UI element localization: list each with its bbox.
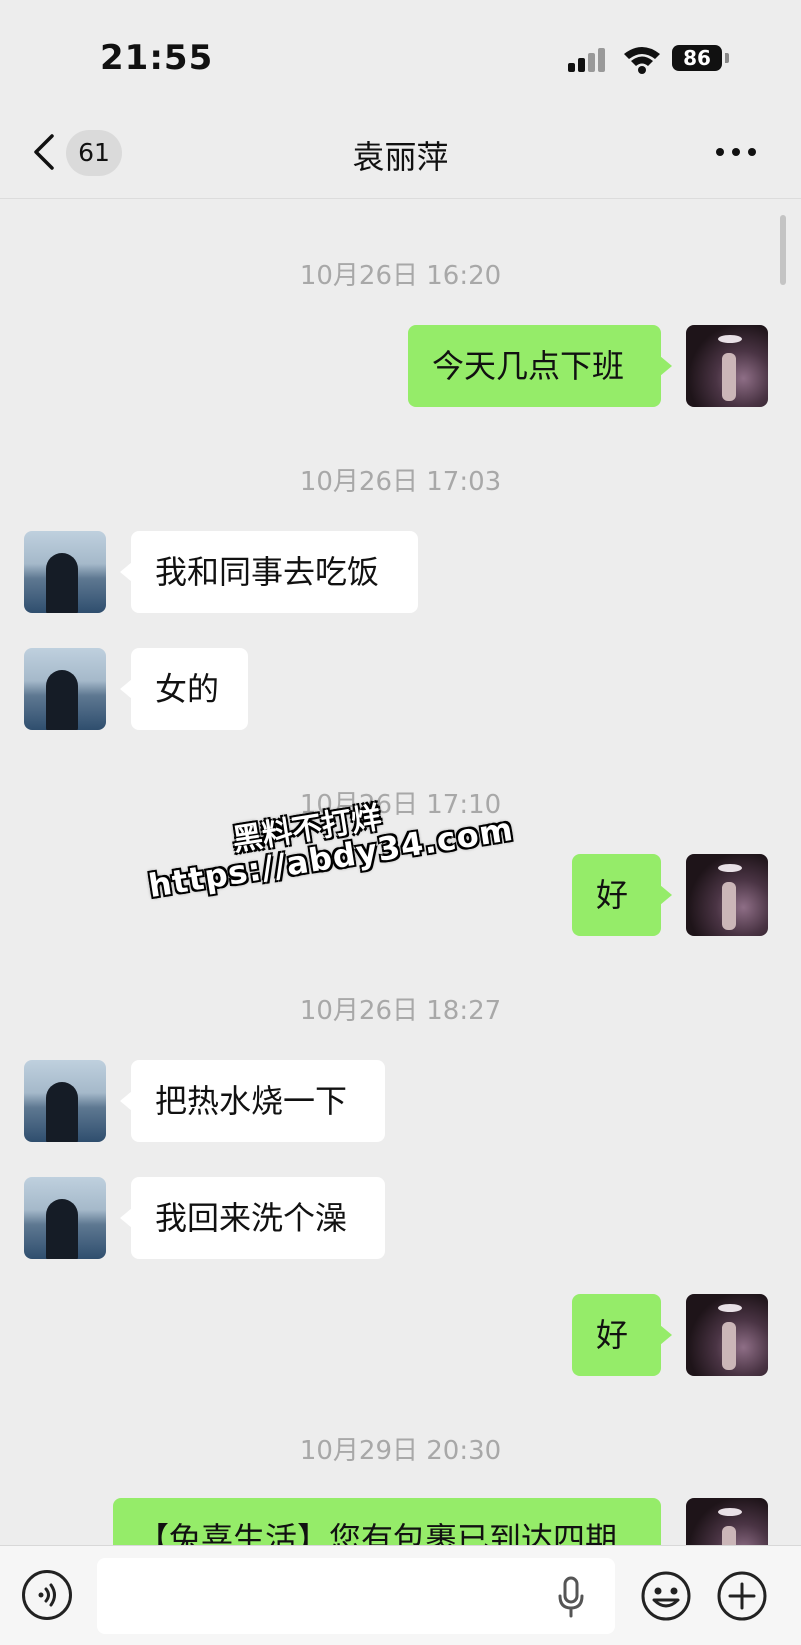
message-timestamp: 10月26日 18:27 xyxy=(299,996,502,1026)
message-timestamp: 10月26日 17:03 xyxy=(299,467,502,497)
self-avatar[interactable] xyxy=(686,854,768,936)
self-avatar[interactable] xyxy=(686,325,768,407)
voice-icon[interactable] xyxy=(22,1570,72,1620)
received-message-bubble[interactable]: 我回来洗个澡 xyxy=(120,1177,385,1259)
emoji-icon[interactable] xyxy=(640,1570,692,1622)
battery-cap xyxy=(725,53,729,63)
nav-bar: 61 袁丽萍 xyxy=(0,110,801,199)
received-message-bubble[interactable]: 我和同事去吃饭 xyxy=(120,531,418,613)
status-time: 21:55 xyxy=(100,38,214,78)
status-bar: 21:55 86 xyxy=(0,0,801,110)
received-message-bubble[interactable]: 女的 xyxy=(120,648,248,730)
chat-title: 袁丽萍 xyxy=(352,138,449,176)
contact-avatar[interactable] xyxy=(24,648,106,730)
battery-indicator: 86 xyxy=(672,45,722,71)
chat-screen: 21:55 86 61 袁丽萍 10月26日 16:20 今天几点下班 10月2 xyxy=(0,0,801,1645)
message-input[interactable] xyxy=(97,1558,615,1634)
message-timestamp: 10月29日 20:30 xyxy=(299,1436,502,1466)
contact-avatar[interactable] xyxy=(24,531,106,613)
sent-message-bubble[interactable]: 今天几点下班 xyxy=(408,325,672,407)
self-avatar[interactable] xyxy=(686,1294,768,1376)
input-bar xyxy=(0,1545,801,1645)
cellular-signal-icon xyxy=(568,48,608,72)
received-message-bubble[interactable]: 把热水烧一下 xyxy=(120,1060,385,1142)
wifi-icon xyxy=(624,47,660,74)
contact-avatar[interactable] xyxy=(24,1177,106,1259)
message-timestamp: 10月26日 16:20 xyxy=(299,261,502,291)
sent-message-bubble[interactable]: 好 xyxy=(572,1294,672,1376)
sent-message-bubble[interactable]: 好 xyxy=(572,854,672,936)
contact-avatar[interactable] xyxy=(24,1060,106,1142)
plus-icon[interactable] xyxy=(716,1570,768,1622)
more-icon[interactable] xyxy=(716,148,756,158)
mic-icon[interactable] xyxy=(556,1576,586,1618)
